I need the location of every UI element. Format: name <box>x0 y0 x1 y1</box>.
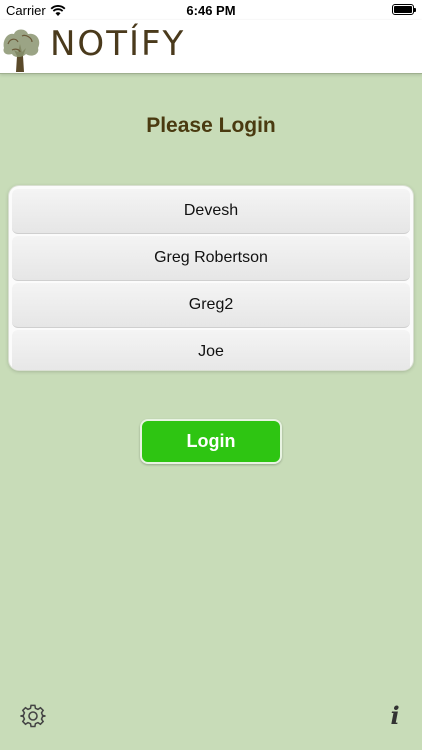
page-title: Please Login <box>146 114 276 137</box>
login-button[interactable]: Login <box>140 419 282 464</box>
user-list-item[interactable]: Devesh <box>12 189 410 234</box>
info-icon[interactable]: i <box>385 703 405 729</box>
battery-level <box>394 6 412 13</box>
gear-icon[interactable] <box>20 703 46 729</box>
tree-icon <box>3 29 40 72</box>
status-time: 6:46 PM <box>186 3 236 18</box>
app-header: NOTÍFY <box>0 20 422 74</box>
user-list: Devesh Greg Robertson Greg2 Joe <box>9 186 413 370</box>
user-list-item[interactable]: Joe <box>12 330 410 370</box>
app-logo-text: NOTÍFY <box>50 24 186 64</box>
status-bar: Carrier 6:46 PM <box>0 0 422 20</box>
battery-icon <box>392 4 416 15</box>
user-list-item[interactable]: Greg Robertson <box>12 236 410 281</box>
user-list-item[interactable]: Greg2 <box>12 283 410 328</box>
